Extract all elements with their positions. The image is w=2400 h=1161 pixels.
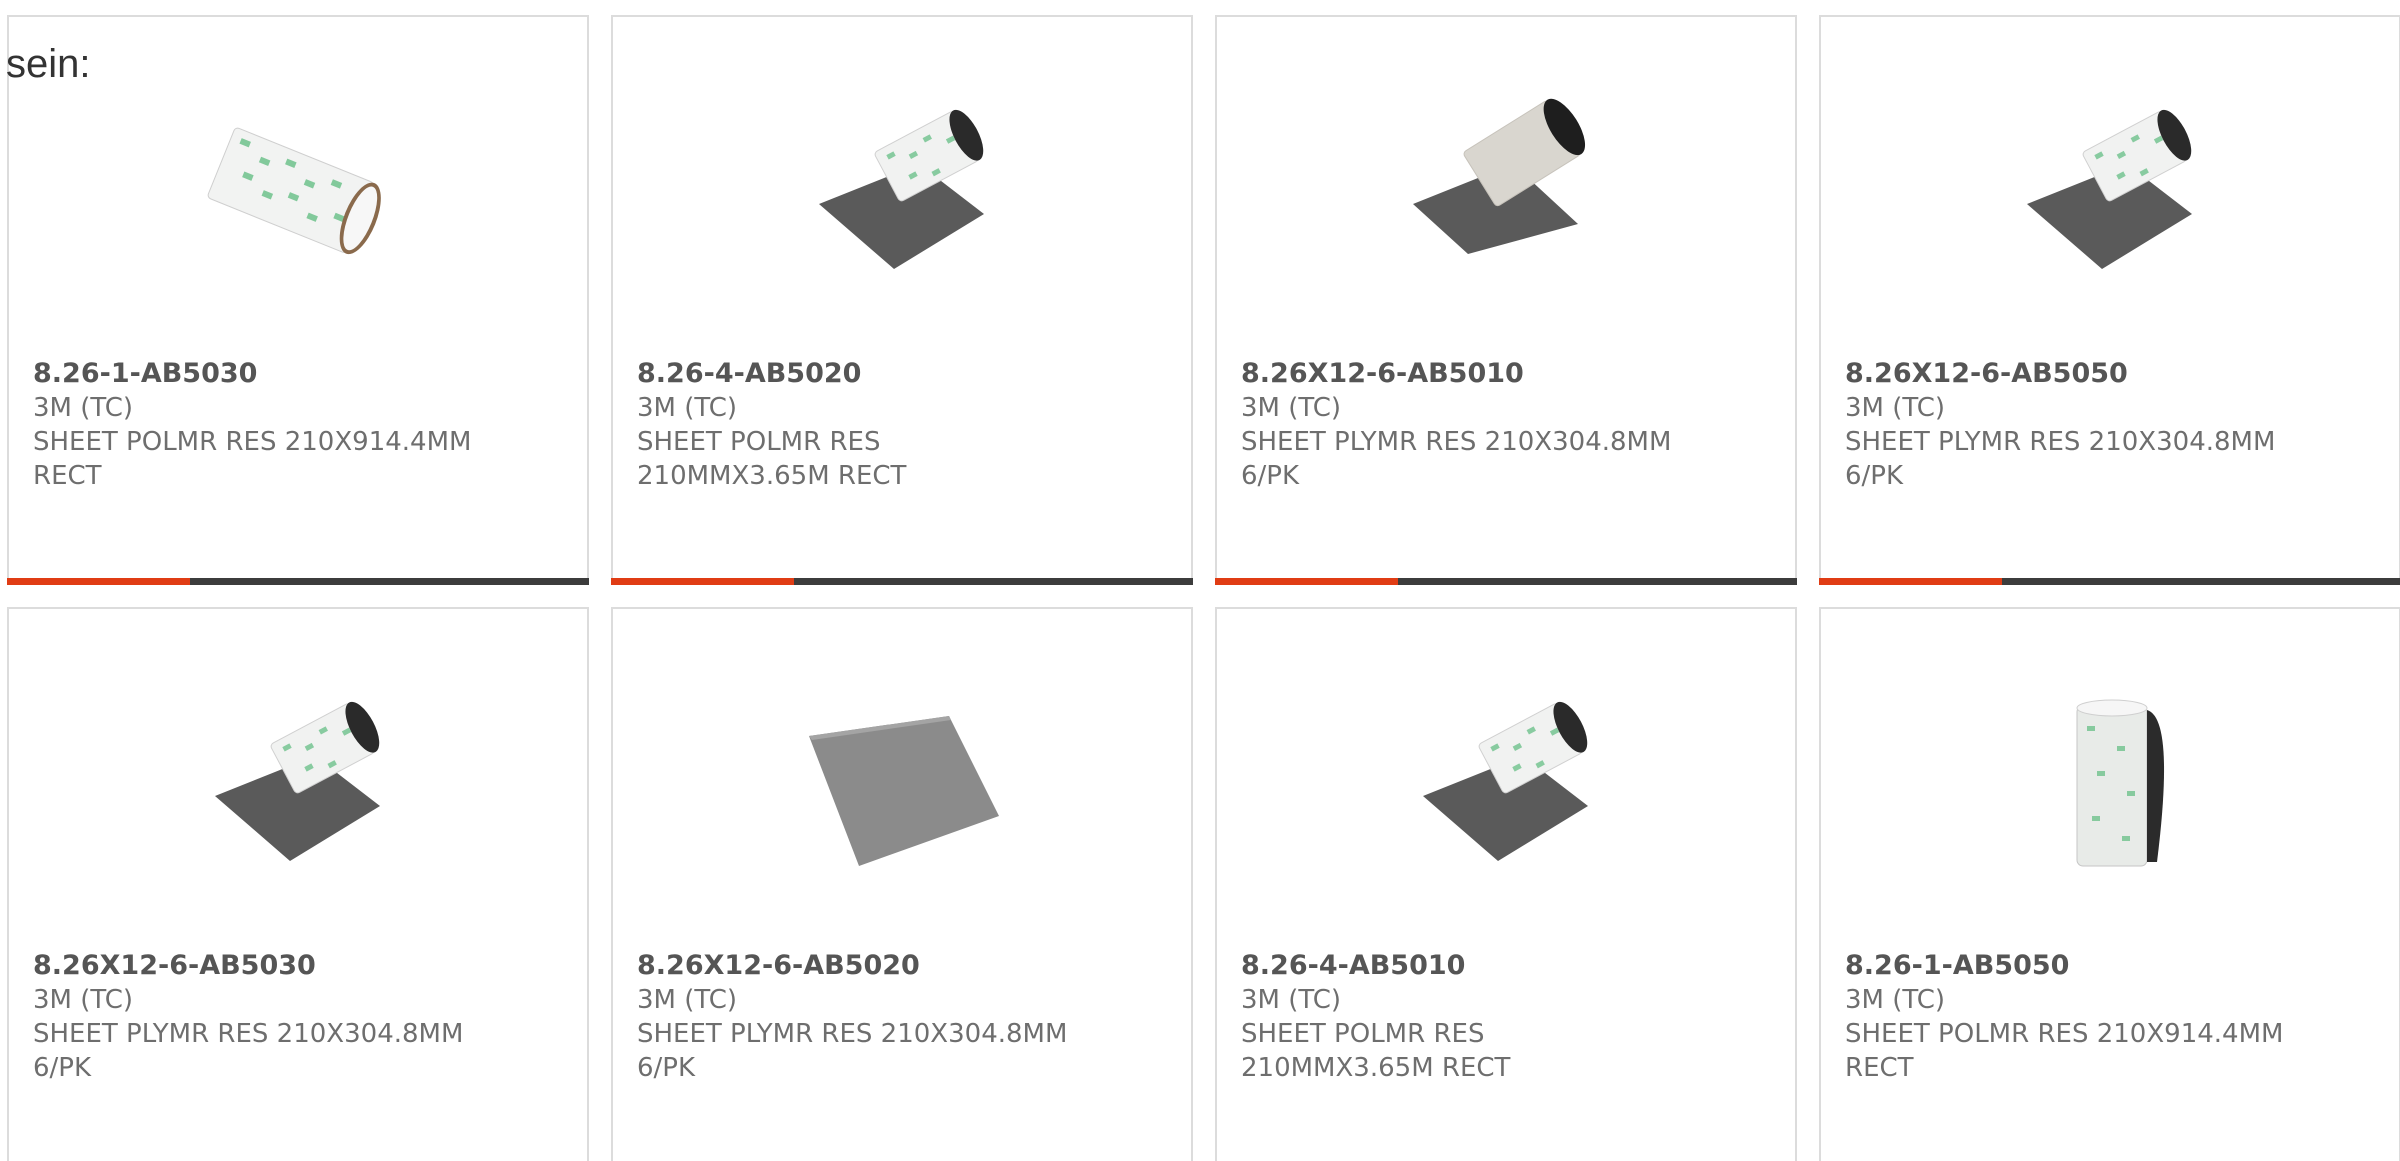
- manufacturer: 3M (TC): [33, 985, 134, 1015]
- product-card[interactable]: 8.26-4-AB5020 3M (TC) SHEET POLMR RES 21…: [611, 15, 1193, 585]
- card-progress-fill: [1819, 578, 2003, 585]
- product-description: SHEET POLMR RES 210X914.4MM RECT: [1845, 1019, 2284, 1083]
- product-card[interactable]: 8.26X12-6-AB5030 3M (TC) SHEET PLYMR RES…: [7, 607, 589, 1161]
- part-number-link[interactable]: 8.26X12-6-AB5030: [33, 949, 575, 983]
- product-grid: 8.26-1-AB5030 3M (TC) SHEET POLMR RES 21…: [7, 15, 2400, 1161]
- product-info: 8.26X12-6-AB5050 3M (TC) SHEET PLYMR RES…: [1845, 357, 2387, 493]
- card-progress-fill: [611, 578, 795, 585]
- product-info: 8.26X12-6-AB5030 3M (TC) SHEET PLYMR RES…: [33, 949, 575, 1085]
- product-description: SHEET PLYMR RES 210X304.8MM 6/PK: [637, 1019, 1068, 1083]
- product-image[interactable]: [2007, 686, 2217, 886]
- card-progress-fill: [1215, 578, 1399, 585]
- part-number-link[interactable]: 8.26X12-6-AB5050: [1845, 357, 2387, 391]
- product-info: 8.26-1-AB5030 3M (TC) SHEET POLMR RES 21…: [33, 357, 575, 493]
- product-description: SHEET PLYMR RES 210X304.8MM 6/PK: [1241, 427, 1672, 491]
- product-info: 8.26-4-AB5010 3M (TC) SHEET POLMR RES 21…: [1241, 949, 1783, 1085]
- manufacturer: 3M (TC): [637, 393, 738, 423]
- product-image-shape: [2087, 726, 2095, 731]
- product-card[interactable]: 8.26-1-AB5030 3M (TC) SHEET POLMR RES 21…: [7, 15, 589, 585]
- product-description: SHEET PLYMR RES 210X304.8MM 6/PK: [33, 1019, 464, 1083]
- part-number-link[interactable]: 8.26X12-6-AB5020: [637, 949, 1179, 983]
- product-info: 8.26X12-6-AB5020 3M (TC) SHEET PLYMR RES…: [637, 949, 1179, 1085]
- product-card[interactable]: 8.26-1-AB5050 3M (TC) SHEET POLMR RES 21…: [1819, 607, 2400, 1161]
- manufacturer: 3M (TC): [1241, 985, 1342, 1015]
- product-image-shape: [2122, 836, 2130, 841]
- card-progress-bar: [1215, 578, 1797, 585]
- part-number-link[interactable]: 8.26-4-AB5010: [1241, 949, 1783, 983]
- product-info: 8.26-1-AB5050 3M (TC) SHEET POLMR RES 21…: [1845, 949, 2387, 1085]
- product-image[interactable]: [799, 686, 1009, 886]
- product-image[interactable]: [1403, 686, 1613, 886]
- product-image[interactable]: [1403, 94, 1613, 294]
- product-image[interactable]: [799, 94, 1009, 294]
- product-image-shape: [2127, 791, 2135, 796]
- product-card[interactable]: 8.26X12-6-AB5050 3M (TC) SHEET PLYMR RES…: [1819, 15, 2400, 585]
- manufacturer: 3M (TC): [1241, 393, 1342, 423]
- part-number-link[interactable]: 8.26X12-6-AB5010: [1241, 357, 1783, 391]
- product-card[interactable]: 8.26-4-AB5010 3M (TC) SHEET POLMR RES 21…: [1215, 607, 1797, 1161]
- product-image-shape: [2117, 746, 2125, 751]
- product-info: 8.26-4-AB5020 3M (TC) SHEET POLMR RES 21…: [637, 357, 1179, 493]
- product-image[interactable]: [195, 686, 405, 886]
- card-progress-bar: [7, 578, 589, 585]
- product-description: SHEET POLMR RES 210MMX3.65M RECT: [637, 427, 907, 491]
- product-description: SHEET POLMR RES 210X914.4MM RECT: [33, 427, 472, 491]
- product-image-shape: [2076, 699, 2148, 717]
- product-description: SHEET POLMR RES 210MMX3.65M RECT: [1241, 1019, 1511, 1083]
- card-progress-bar: [611, 578, 1193, 585]
- part-number-link[interactable]: 8.26-1-AB5030: [33, 357, 575, 391]
- product-card[interactable]: 8.26X12-6-AB5020 3M (TC) SHEET PLYMR RES…: [611, 607, 1193, 1161]
- product-image[interactable]: [2007, 94, 2217, 294]
- product-image[interactable]: [195, 94, 405, 294]
- part-number-link[interactable]: 8.26-1-AB5050: [1845, 949, 2387, 983]
- card-progress-fill: [7, 578, 191, 585]
- manufacturer: 3M (TC): [1845, 985, 1946, 1015]
- product-image-shape: [2092, 816, 2100, 821]
- card-progress-bar: [1819, 578, 2400, 585]
- product-image-shape: [2097, 771, 2105, 776]
- product-card[interactable]: 8.26X12-6-AB5010 3M (TC) SHEET PLYMR RES…: [1215, 15, 1797, 585]
- manufacturer: 3M (TC): [1845, 393, 1946, 423]
- product-info: 8.26X12-6-AB5010 3M (TC) SHEET PLYMR RES…: [1241, 357, 1783, 493]
- product-description: SHEET PLYMR RES 210X304.8MM 6/PK: [1845, 427, 2276, 491]
- manufacturer: 3M (TC): [637, 985, 738, 1015]
- part-number-link[interactable]: 8.26-4-AB5020: [637, 357, 1179, 391]
- manufacturer: 3M (TC): [33, 393, 134, 423]
- intro-text: sein:: [6, 42, 91, 86]
- product-listing-page: sein: 8.26-1-AB5030 3M (TC) SHEET POLMR …: [0, 0, 2400, 1161]
